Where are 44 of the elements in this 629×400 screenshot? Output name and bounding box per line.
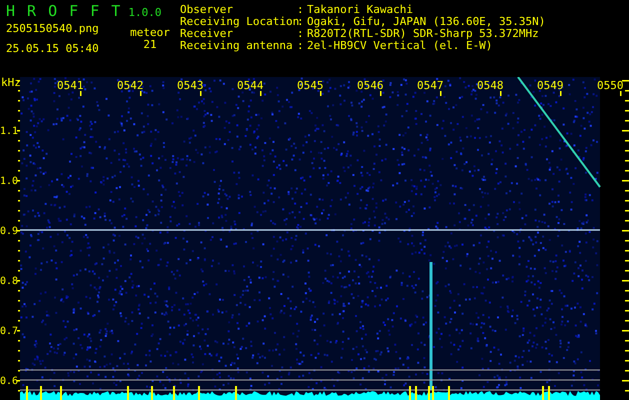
frequency-label: 1.0 [0,176,18,187]
app-title: H R O F F T [6,3,120,19]
time-tick [80,91,82,96]
frequency-label: 0.9 [0,226,18,237]
filename-label: 2505150540.png [6,23,100,35]
time-tick [560,91,562,96]
time-label: 0541 [57,79,84,92]
time-label: 0543 [177,79,204,92]
version-label: 1.0.0 [128,7,162,19]
datetime-label: 25.05.15 05:40 [6,43,100,55]
time-label: 0548 [477,79,504,92]
time-tick [440,91,442,96]
colon-separator: : [297,40,305,52]
time-tick [140,91,142,96]
frequency-label: 1.1 [0,126,18,137]
time-tick [500,91,502,96]
station-field-label: Receiver [180,28,233,40]
station-field-value: R820T2(RTL-SDR) SDR-Sharp 53.372MHz [307,28,539,40]
frequency-label: 0.7 [0,326,18,337]
time-label: 0544 [237,79,264,92]
colon-separator: : [297,16,305,28]
frequency-label: 0.6 [0,376,18,387]
counter-label: meteor [130,27,170,39]
time-tick [200,91,202,96]
time-label: 0550 [597,79,624,92]
time-label: 0546 [357,79,384,92]
station-field-value: Takanori Kawachi [307,4,413,16]
time-label: 0549 [537,79,564,92]
station-field-label: Receiving antenna [180,40,294,52]
time-tick [320,91,322,96]
time-tick [260,91,262,96]
counter-value: 21 [143,39,157,51]
station-field-value: Ogaki, Gifu, JAPAN (136.60E, 35.35N) [307,16,546,28]
station-field-value: 2el-HB9CV Vertical (el. E-W) [307,40,492,52]
colon-separator: : [297,28,305,40]
frequency-label: 0.8 [0,276,18,287]
time-tick [620,91,622,96]
time-label: 0547 [417,79,444,92]
time-label: 0542 [117,79,144,92]
time-tick [380,91,382,96]
station-field-label: Receiving Location [180,16,297,28]
station-field-label: Observer [180,4,234,16]
colon-separator: : [297,4,305,16]
time-label: 0545 [297,79,324,92]
